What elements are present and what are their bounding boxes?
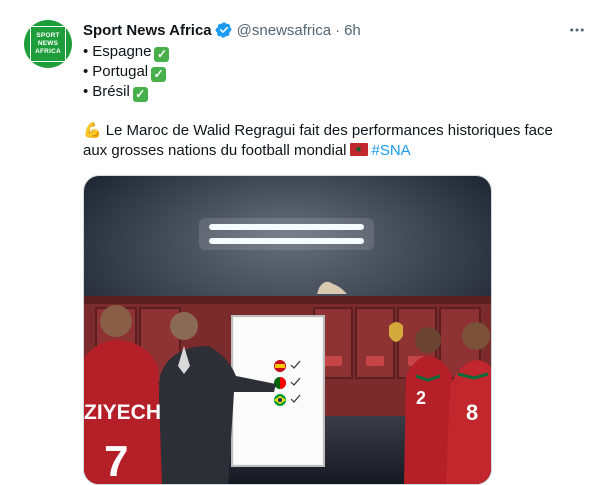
check-mark-icon: ✓ xyxy=(132,86,148,102)
tweet-body-line-1: 💪 Le Maroc de Walid Regragui fait des per… xyxy=(83,121,553,141)
tweet-header: Sport News Africa @snewsafrica · 6h xyxy=(83,20,361,40)
list-item: • Brésil ✓ xyxy=(83,82,148,102)
jersey-name: ZIYECH xyxy=(84,401,161,424)
check-mark-icon: ✓ xyxy=(151,66,167,82)
morocco-flag-icon xyxy=(349,143,368,156)
jersey-number: 7 xyxy=(104,437,128,485)
tweet-timestamp[interactable]: 6h xyxy=(344,22,361,39)
list-item: • Portugal ✓ xyxy=(83,62,167,82)
avatar[interactable]: SPORT NEWS AFRICA xyxy=(24,20,72,68)
list-item-label: Espagne xyxy=(92,43,152,60)
flexed-biceps-icon: 💪 xyxy=(83,122,102,139)
avatar-text-2: NEWS xyxy=(37,40,59,47)
account-handle[interactable]: @snewsafrica xyxy=(237,22,331,39)
hashtag-link[interactable]: #SNA xyxy=(372,142,411,159)
tweet-body-text: Le Maroc de Walid Regragui fait des perf… xyxy=(105,122,553,139)
tweet-body-line-2: aux grosses nations du football mondial #… xyxy=(83,141,411,161)
tweet-body-text: aux grosses nations du football mondial xyxy=(83,142,347,159)
list-item: • Espagne ✓ xyxy=(83,42,170,62)
verified-badge-icon xyxy=(215,21,233,39)
avatar-logo: SPORT NEWS AFRICA xyxy=(30,26,66,62)
bullet: • xyxy=(83,43,89,60)
more-options-icon[interactable] xyxy=(566,20,588,40)
jersey-number: 2 xyxy=(416,388,426,408)
jersey-number: 8 xyxy=(466,400,478,425)
avatar-text-3: AFRICA xyxy=(35,48,61,55)
bullet: • xyxy=(83,83,89,100)
list-item-label: Portugal xyxy=(92,63,149,80)
separator-dot: · xyxy=(335,21,341,39)
list-item-label: Brésil xyxy=(92,83,130,100)
avatar-text-1: SPORT xyxy=(36,32,60,39)
tweet-image[interactable]: ZIYECH 7 2 8 xyxy=(83,175,492,485)
account-name[interactable]: Sport News Africa xyxy=(83,22,212,39)
ceiling-light xyxy=(199,218,374,250)
check-mark-icon: ✓ xyxy=(154,46,170,62)
bullet: • xyxy=(83,63,89,80)
